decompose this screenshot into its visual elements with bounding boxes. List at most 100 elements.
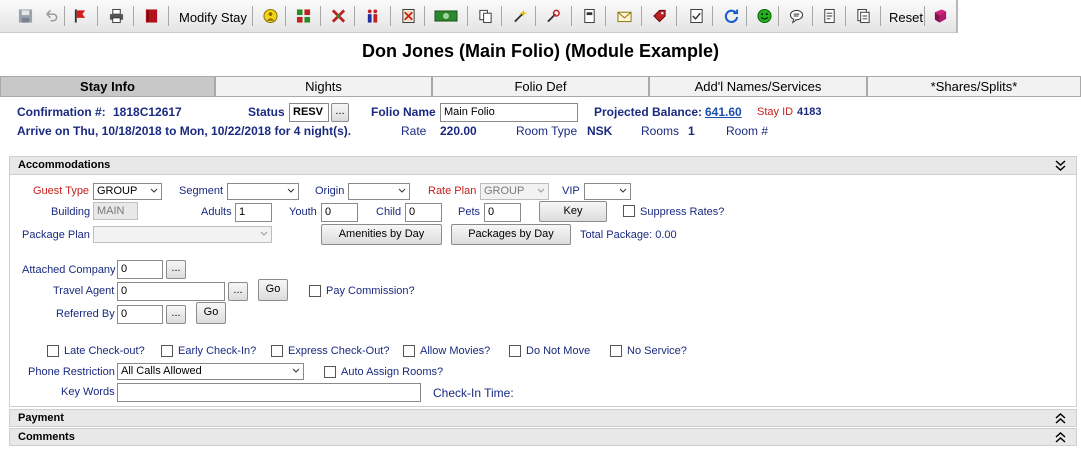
pets-label: Pets [458,206,481,218]
allow-movies-label: Allow Movies? [420,345,491,357]
allow-movies-checkbox[interactable] [403,345,415,357]
referred-by-input[interactable]: 0 [117,305,163,324]
late-checkout-checkbox[interactable] [47,345,59,357]
referred-by-lookup-button[interactable]: ... [166,305,186,324]
chat-icon[interactable] [785,5,807,27]
vip-select[interactable] [584,183,631,200]
arrival-departure-text: Arrive on Thu, 10/18/2018 to Mon, 10/22/… [17,124,352,138]
toolbar-separator [924,6,925,26]
checklist-icon[interactable] [685,5,707,27]
status-lookup-button[interactable]: ... [331,103,349,122]
expand-chevron-icon[interactable] [1055,413,1066,424]
key-words-label: Key Words [61,386,115,398]
tab-shares-splits[interactable]: *Shares/Splits* [867,76,1081,97]
chevron-down-icon [292,368,300,373]
wand-icon[interactable] [508,5,530,27]
red-flag-icon[interactable] [69,5,91,27]
express-checkout-label: Express Check-Out? [288,345,390,357]
travel-agent-go-button[interactable]: Go [258,279,288,301]
comments-section-title: Comments [18,431,75,443]
red-book-icon[interactable] [140,5,162,27]
keycard-icon[interactable] [578,5,600,27]
guest-type-label: Guest Type [33,185,90,197]
packages-by-day-button[interactable]: Packages by Day [451,224,571,245]
referred-by-go-button[interactable]: Go [196,302,226,324]
refresh-icon[interactable] [720,5,742,27]
comments-section-header[interactable]: Comments [9,428,1077,446]
projected-balance-link[interactable]: 641.60 [705,105,742,119]
building-label: Building [51,206,91,218]
stay-id-label: Stay ID [757,106,794,118]
stay-id-value: 4183 [797,106,822,118]
phone-restriction-select[interactable]: All Calls Allowed [117,363,304,380]
documents-icon[interactable] [852,5,874,27]
group-grid-icon[interactable] [292,5,314,27]
pay-commission-checkbox[interactable] [309,285,321,297]
youth-input[interactable]: 0 [321,203,358,222]
origin-select[interactable] [348,183,410,200]
tab-stay-info[interactable]: Stay Info [0,76,215,97]
document-icon[interactable] [818,5,840,27]
pets-input[interactable]: 0 [484,203,521,222]
tab-folio-def[interactable]: Folio Def [432,76,649,97]
accommodations-section-header[interactable]: Accommodations [9,156,1077,175]
status-field[interactable]: RESV [289,103,329,122]
save-icon[interactable] [14,5,36,27]
undo-icon[interactable] [39,5,61,27]
suppress-rates-checkbox[interactable] [623,205,635,217]
cancel-doc-icon[interactable] [397,5,419,27]
toolbar-separator [424,6,425,26]
attached-company-lookup-button[interactable]: ... [166,260,186,279]
do-not-move-checkbox[interactable] [509,345,521,357]
toolbar-separator [501,6,502,26]
checkin-time-label: Check-In Time: [433,386,514,400]
rate-label: Rate [401,124,427,138]
early-checkin-checkbox[interactable] [161,345,173,357]
toolbar-separator [641,6,642,26]
reset-button[interactable]: Reset [889,10,923,25]
folio-name-input[interactable]: Main Folio [440,103,578,122]
express-checkout-checkbox[interactable] [271,345,283,357]
rate-value: 220.00 [440,124,477,138]
package-plan-select [93,226,272,243]
toolbar-separator [746,6,747,26]
segment-select[interactable] [227,183,299,200]
child-input[interactable]: 0 [405,203,442,222]
travel-agent-input[interactable]: 0 [117,282,225,301]
tab-addl-names-services[interactable]: Add'l Names/Services [649,76,867,97]
toolbar-separator [133,6,134,26]
no-service-checkbox[interactable] [610,345,622,357]
payment-section-header[interactable]: Payment [9,409,1077,427]
envelope-icon[interactable] [613,5,635,27]
couple-icon[interactable] [361,5,383,27]
toolbar-separator [535,6,536,26]
key-words-input[interactable] [117,383,421,402]
adults-input[interactable]: 1 [235,203,272,222]
expand-chevron-icon[interactable] [1055,432,1066,443]
attached-company-input[interactable]: 0 [117,260,163,279]
chevron-down-icon [537,188,545,193]
key-button[interactable]: Key [539,201,607,222]
referred-by-label: Referred By [56,308,115,320]
auto-assign-rooms-checkbox[interactable] [324,366,336,378]
amenities-by-day-button[interactable]: Amenities by Day [321,224,442,245]
person-coin-icon[interactable] [259,5,281,27]
collapse-chevron-icon[interactable] [1055,160,1066,171]
toolbar: Modify Stay Reset [0,0,958,33]
guest-type-select[interactable]: GROUP [93,183,162,200]
copy-icon[interactable] [474,5,496,27]
group-x-icon[interactable] [327,5,349,27]
early-checkin-label: Early Check-In? [178,345,257,357]
modify-stay-button[interactable]: Modify Stay [179,10,247,25]
smiley-icon[interactable] [753,5,775,27]
print-icon[interactable] [105,5,127,27]
chevron-down-icon [150,188,158,193]
satellite-icon[interactable] [542,5,564,27]
tab-nights[interactable]: Nights [215,76,432,97]
travel-agent-lookup-button[interactable]: ... [228,282,248,301]
spell-book-icon[interactable] [929,5,951,27]
toolbar-separator [712,6,713,26]
tag-icon[interactable] [648,5,670,27]
cash-icon[interactable] [433,5,459,27]
room-number-label: Room # [726,124,769,138]
